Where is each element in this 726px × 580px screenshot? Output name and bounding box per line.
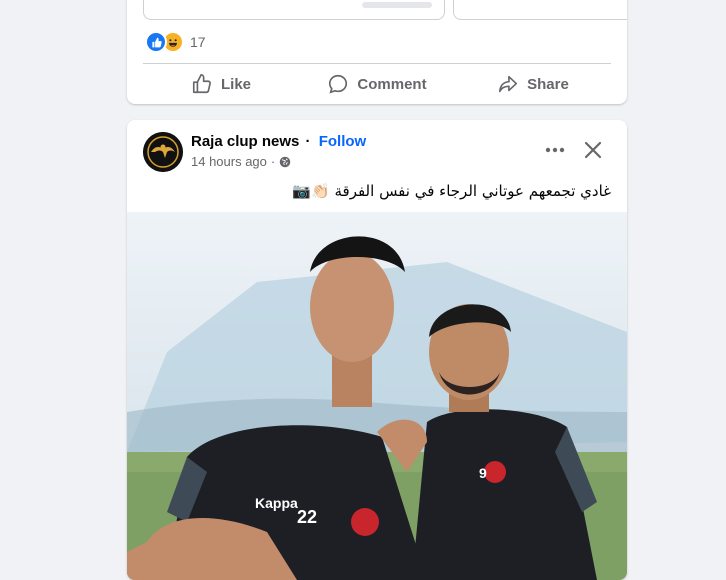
jersey-number: 9 bbox=[479, 465, 487, 481]
post-meta: 14 hours ago · bbox=[191, 154, 291, 169]
eagle-logo-icon bbox=[143, 132, 183, 172]
page-avatar[interactable] bbox=[143, 132, 183, 172]
page-name[interactable]: Raja clup news bbox=[191, 133, 299, 150]
like-reaction-icon bbox=[145, 31, 167, 53]
shared-link-preview[interactable] bbox=[453, 0, 627, 20]
shared-link-preview[interactable] bbox=[143, 0, 445, 20]
header-separator: · bbox=[305, 133, 311, 150]
more-horizontal-icon bbox=[545, 147, 565, 153]
thumbs-up-icon bbox=[192, 74, 211, 94]
post-caption: غادي تجمعهم عوتاني الرجاء في نفس الفرقة … bbox=[292, 182, 611, 200]
post-timestamp[interactable]: 14 hours ago bbox=[191, 154, 267, 169]
post-header-title: Raja clup news · Follow bbox=[191, 133, 366, 150]
like-label: Like bbox=[220, 75, 251, 93]
close-icon bbox=[584, 141, 602, 159]
jersey-brand: Kappa bbox=[255, 495, 298, 511]
share-icon bbox=[499, 75, 518, 93]
comment-button[interactable]: Comment bbox=[299, 68, 455, 100]
like-button[interactable]: Like bbox=[143, 68, 299, 100]
more-options-button[interactable] bbox=[537, 138, 573, 162]
reaction-count[interactable]: 17 bbox=[190, 34, 206, 50]
reactions-summary[interactable]: 17 bbox=[145, 31, 206, 53]
meta-separator: · bbox=[270, 154, 276, 169]
follow-button[interactable]: Follow bbox=[319, 133, 367, 150]
preview-button[interactable] bbox=[362, 2, 432, 8]
jersey-number: 22 bbox=[297, 507, 317, 527]
divider bbox=[143, 63, 611, 64]
globe-icon bbox=[280, 156, 291, 167]
hide-post-button[interactable] bbox=[579, 136, 607, 164]
previous-post-card: 17 Like Comment Share bbox=[127, 0, 627, 104]
share-label: Share bbox=[527, 75, 569, 93]
post-photo[interactable]: 9 22 Kappa bbox=[127, 212, 627, 580]
share-button[interactable]: Share bbox=[455, 68, 611, 100]
post-card: Raja clup news · Follow 14 hours ago · غ… bbox=[127, 120, 627, 580]
comment-label: Comment bbox=[357, 75, 427, 93]
comment-icon bbox=[329, 74, 348, 94]
post-actions-bar: Like Comment Share bbox=[143, 68, 611, 100]
